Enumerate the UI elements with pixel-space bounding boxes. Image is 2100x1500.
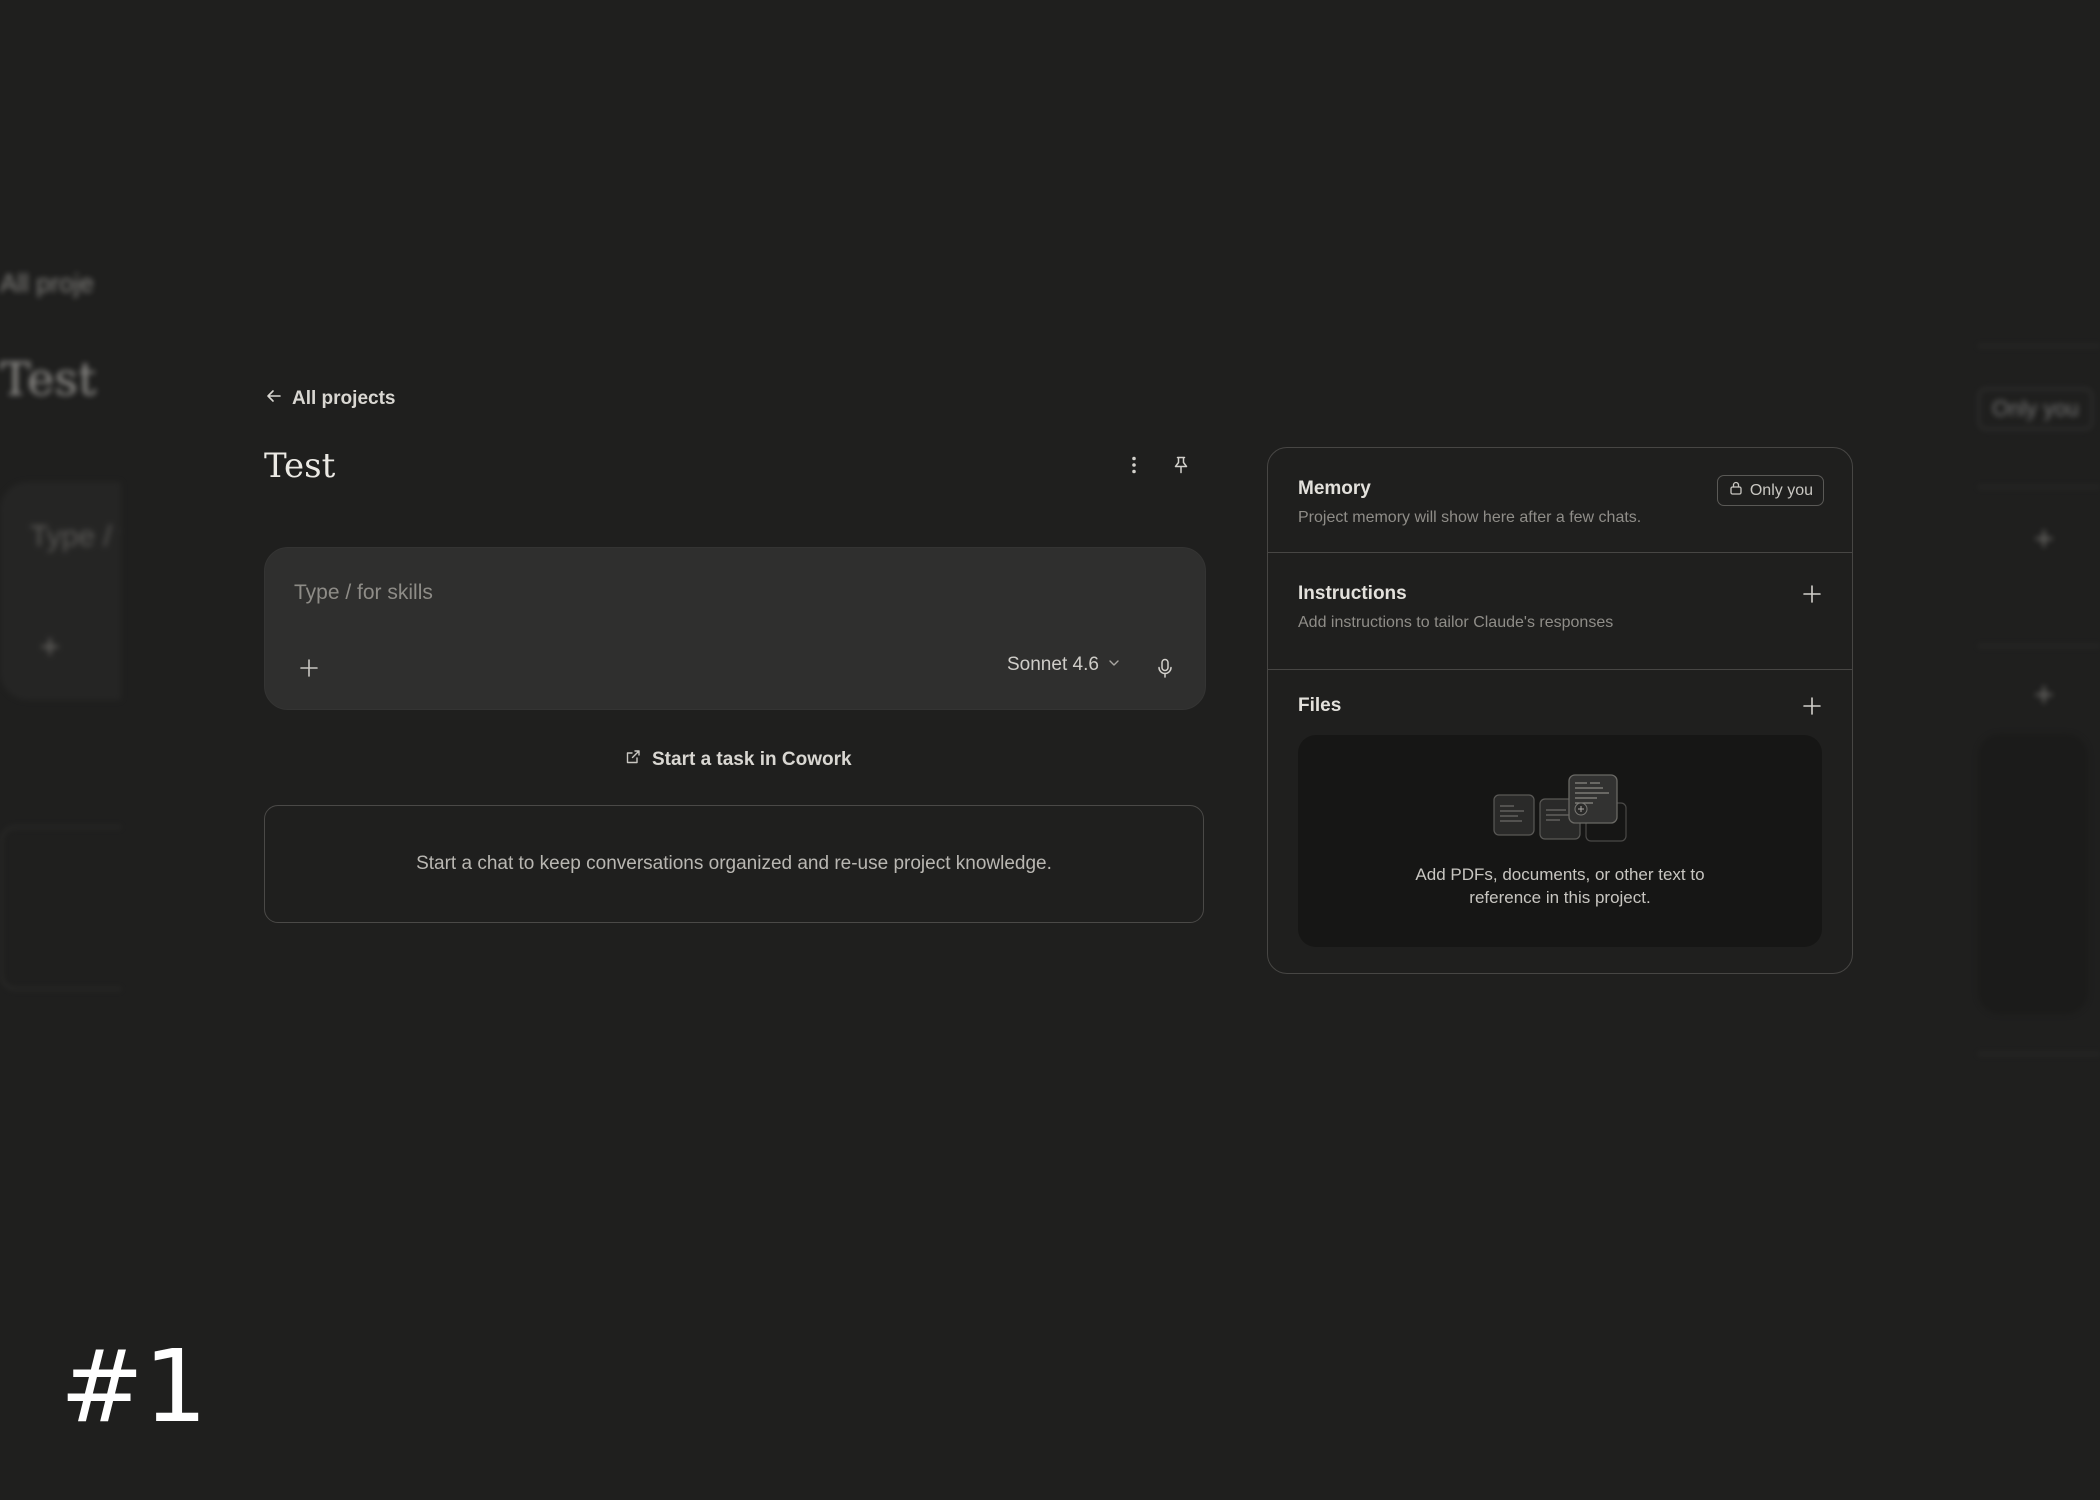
- chevron-down-icon: [1107, 654, 1121, 676]
- ghost-back-link: All proje: [0, 268, 94, 298]
- empty-state-text: Start a chat to keep conversations organ…: [416, 853, 1052, 874]
- plus-icon: [1801, 583, 1823, 610]
- memory-description: Project memory will show here after a fe…: [1298, 509, 1642, 526]
- dropzone-text: Add PDFs, documents, or other text to re…: [1298, 863, 1822, 909]
- ghost-empty-box: [0, 826, 121, 990]
- ghost-divider: [1978, 645, 2100, 647]
- files-title: Files: [1298, 695, 1342, 716]
- chat-composer: Sonnet 4.6: [264, 547, 1206, 710]
- instructions-description: Add instructions to tailor Claude's resp…: [1298, 614, 1614, 631]
- start-cowork-task-link[interactable]: Start a task in Cowork: [624, 748, 852, 772]
- memory-title: Memory: [1298, 478, 1371, 499]
- more-options-button[interactable]: [1116, 449, 1152, 485]
- pin-icon: [1170, 454, 1192, 481]
- files-section: Files Add PDFs, documents, or other text…: [1268, 670, 1852, 973]
- back-link-label: All projects: [292, 388, 396, 409]
- chat-list-empty-state: Start a chat to keep conversations organ…: [264, 805, 1204, 923]
- visibility-badge[interactable]: Only you: [1716, 475, 1824, 506]
- model-name: Sonnet 4.6: [1007, 654, 1099, 675]
- ghost-dropzone: [1978, 734, 2088, 1014]
- external-link-icon: [624, 748, 642, 772]
- ghost-divider: [1978, 1053, 2100, 1055]
- project-knowledge-panel: Memory Project memory will show here aft…: [1267, 447, 1853, 974]
- ghost-plus-icon: +: [2034, 676, 2054, 714]
- ghost-plus-icon: +: [40, 628, 60, 666]
- dropzone-text-line2: reference in this project.: [1469, 888, 1651, 907]
- file-dropzone[interactable]: Add PDFs, documents, or other text to re…: [1298, 735, 1822, 947]
- ghost-right-pane: Only you + +: [1978, 0, 2100, 1500]
- ghost-divider: [1978, 486, 2100, 488]
- ghost-plus-icon: +: [2034, 520, 2054, 558]
- memory-section: Memory Project memory will show here aft…: [1268, 448, 1852, 553]
- instructions-section: Instructions Add instructions to tailor …: [1268, 553, 1852, 670]
- arrow-left-icon: [264, 386, 284, 412]
- add-files-button[interactable]: [1796, 692, 1828, 724]
- voice-input-button[interactable]: [1147, 652, 1183, 688]
- back-to-projects-link[interactable]: All projects: [264, 386, 395, 412]
- add-attachment-button[interactable]: [291, 652, 327, 688]
- instructions-title: Instructions: [1298, 583, 1407, 604]
- dropzone-text-line1: Add PDFs, documents, or other text to: [1415, 865, 1705, 884]
- ghost-composer: [0, 482, 121, 700]
- page-title: Test: [264, 446, 336, 486]
- pin-project-button[interactable]: [1163, 449, 1199, 485]
- ghost-badge: Only you: [1978, 388, 2093, 430]
- plus-icon: [298, 657, 320, 684]
- plus-icon: [1801, 695, 1823, 722]
- screenshot-index-label: #1: [60, 1328, 208, 1445]
- ghost-left-pane: All proje Test Type / f +: [0, 0, 121, 1500]
- model-selector[interactable]: Sonnet 4.6: [1007, 654, 1121, 676]
- cowork-link-label: Start a task in Cowork: [652, 749, 852, 770]
- more-vertical-icon: [1123, 454, 1145, 481]
- chat-input[interactable]: [292, 580, 1156, 606]
- add-instructions-button[interactable]: [1796, 580, 1828, 612]
- microphone-icon: [1154, 657, 1176, 684]
- documents-illustration-icon: [1493, 774, 1627, 842]
- lock-icon: [1728, 480, 1744, 501]
- ghost-title: Test: [0, 352, 97, 406]
- ghost-divider: [1978, 345, 2100, 347]
- visibility-label: Only you: [1749, 481, 1813, 499]
- ghost-placeholder: Type / f: [30, 520, 121, 553]
